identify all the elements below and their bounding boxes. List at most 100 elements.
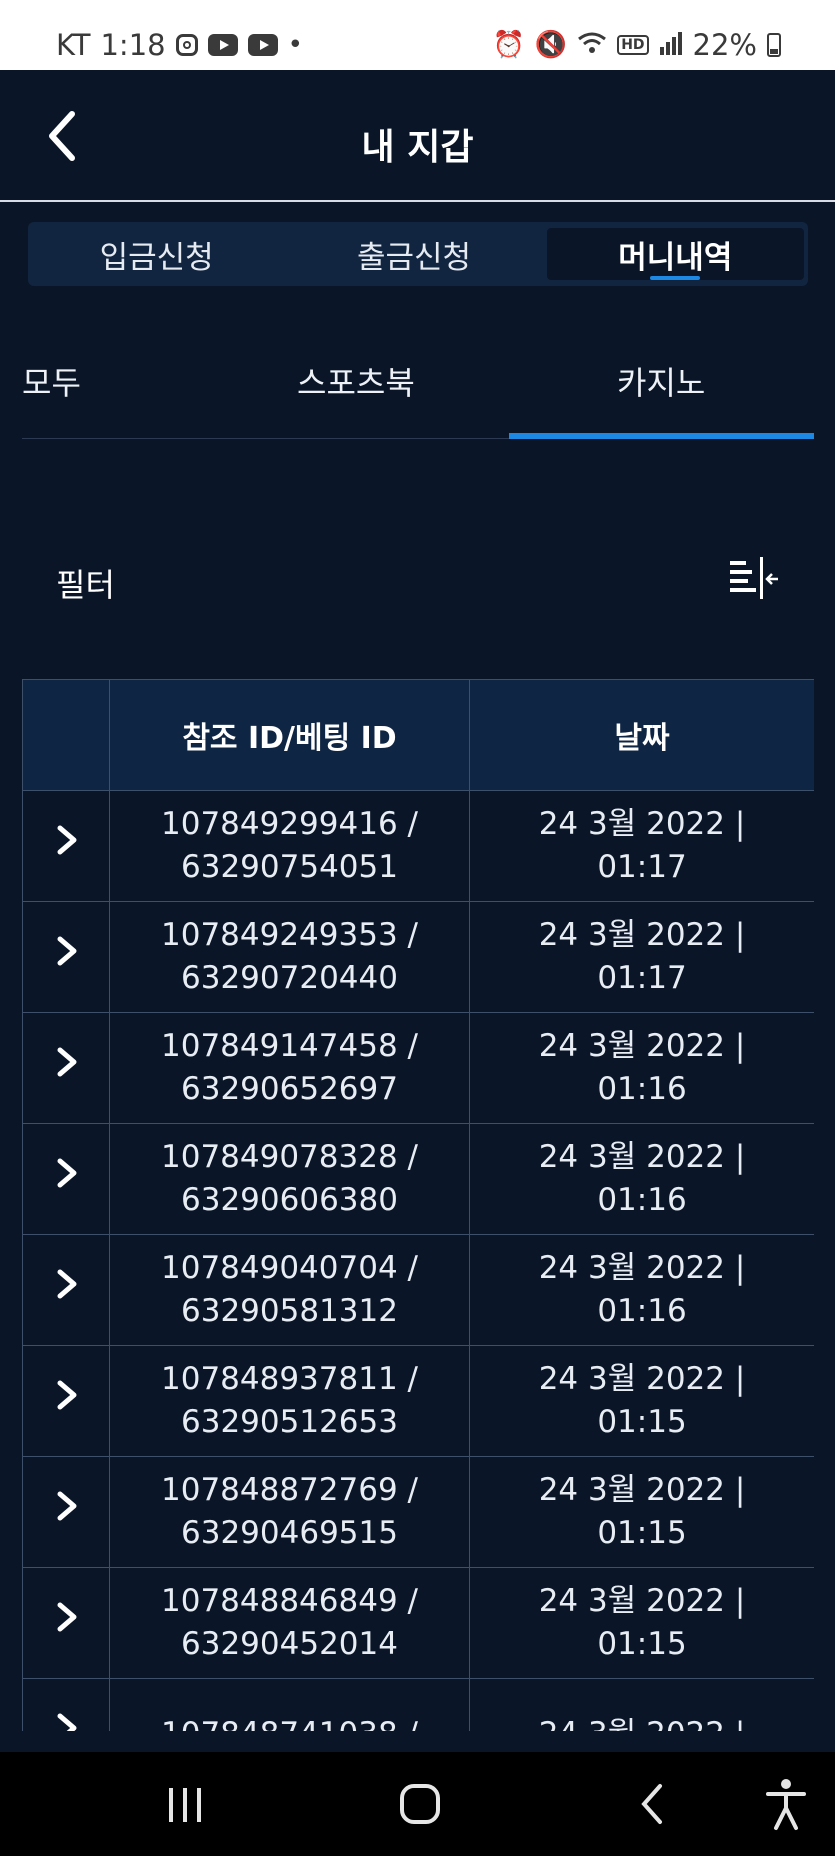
table-row[interactable]: 107848872769 / 63290469515 24 3월 2022 | 01:…	[22, 1456, 814, 1568]
date-text: 24 3월 2022 |	[538, 917, 746, 953]
time-text: 01:17	[597, 960, 687, 996]
bet-id: 63290606380	[181, 1182, 398, 1218]
row-expand-cell[interactable]	[22, 1234, 110, 1346]
bet-id: 63290720440	[181, 960, 398, 996]
row-expand-cell[interactable]	[22, 790, 110, 902]
date-text: 24 3월 2022 |	[538, 806, 746, 842]
dot-icon: •	[287, 30, 303, 60]
status-bar-left: KT 1:18 •	[56, 28, 303, 62]
home-button[interactable]	[398, 1774, 442, 1834]
time-text: 01:15	[597, 1626, 687, 1662]
chevron-right-icon[interactable]	[48, 1042, 84, 1082]
date-text: 24 3월 2022 |	[471, 1713, 813, 1732]
table-row[interactable]: 107848846849 / 63290452014 24 3월 2022 | 01:…	[22, 1567, 814, 1679]
date-text: 24 3월 2022 |	[538, 1139, 746, 1175]
filter-collapse-icon	[730, 557, 778, 599]
wallet-segment-control: 입금신청 출금신청 머니내역	[28, 222, 808, 286]
chevron-right-icon[interactable]	[48, 1597, 84, 1637]
row-expand-cell[interactable]	[22, 901, 110, 1013]
time-text: 01:16	[597, 1071, 687, 1107]
system-back-button[interactable]	[636, 1774, 666, 1834]
chevron-right-icon[interactable]	[48, 1375, 84, 1415]
segment-money-history-label: 머니내역	[618, 239, 733, 276]
table-row[interactable]: 107848937811 / 63290512653 24 3월 2022 | 01:…	[22, 1345, 814, 1457]
ref-id: 107848846849 /	[161, 1583, 418, 1619]
tab-active-indicator	[509, 433, 814, 439]
table-header-expand	[22, 679, 110, 791]
hd-voice-icon: HD	[617, 35, 649, 55]
tab-casino[interactable]: 카지노	[617, 358, 705, 404]
signal-icon	[659, 31, 683, 60]
row-expand-cell[interactable]	[22, 1567, 110, 1679]
table-row[interactable]: 107849299416 / 63290754051 24 3월 2022 | 01:…	[22, 790, 814, 902]
row-expand-cell[interactable]	[22, 1456, 110, 1568]
row-expand-cell[interactable]	[22, 1678, 110, 1731]
youtube-icon	[247, 34, 278, 56]
row-expand-cell[interactable]	[22, 1123, 110, 1235]
table-row[interactable]: 107849040704 / 63290581312 24 3월 2022 | 01:…	[22, 1234, 814, 1346]
date-text: 24 3월 2022 |	[538, 1583, 746, 1619]
table-row[interactable]: 107849078328 / 63290606380 24 3월 2022 | 01:…	[22, 1123, 814, 1235]
date-cell: 24 3월 2022 | 01:16	[469, 1123, 814, 1235]
recent-apps-button[interactable]	[165, 1774, 205, 1834]
chevron-right-icon[interactable]	[48, 1153, 84, 1193]
row-expand-cell[interactable]	[22, 1012, 110, 1124]
row-expand-cell[interactable]	[22, 1345, 110, 1457]
segment-withdraw-request[interactable]: 출금신청	[285, 222, 542, 286]
date-text: 24 3월 2022 |	[538, 1250, 746, 1286]
date-cell: 24 3월 2022 | 01:16	[469, 1012, 814, 1124]
ref-id: 107849299416 /	[161, 806, 418, 842]
ref-bet-id-cell: 107849147458 / 63290652697	[109, 1012, 470, 1124]
bet-id: 63290652697	[181, 1071, 398, 1107]
time-text: 01:17	[597, 849, 687, 885]
table-row[interactable]: 107848741038 /24 3월 2022 |	[22, 1678, 814, 1732]
segment-deposit-request[interactable]: 입금신청	[28, 222, 285, 286]
history-subtabs: 모두 스포츠북 카지노	[22, 330, 814, 439]
alarm-icon: ⏰	[492, 30, 525, 60]
table-row[interactable]: 107849249353 / 63290720440 24 3월 2022 | 01:…	[22, 901, 814, 1013]
filter-toggle-button[interactable]	[728, 555, 780, 603]
instagram-icon	[175, 34, 198, 56]
tab-all[interactable]: 모두	[22, 358, 81, 404]
bet-id: 63290469515	[181, 1515, 398, 1551]
ref-bet-id-cell: 107848741038 /	[109, 1678, 470, 1731]
ref-bet-id-cell: 107848872769 / 63290469515	[109, 1456, 470, 1568]
chevron-right-icon[interactable]	[48, 1708, 84, 1731]
bet-id: 63290581312	[181, 1293, 398, 1329]
ref-bet-id-cell: 107849249353 / 63290720440	[109, 901, 470, 1013]
youtube-icon	[207, 34, 238, 56]
date-cell: 24 3월 2022 | 01:15	[469, 1456, 814, 1568]
ref-id: 107849040704 /	[161, 1250, 418, 1286]
date-cell: 24 3월 2022 | 01:15	[469, 1567, 814, 1679]
page-title: 내 지갑	[361, 127, 474, 168]
status-bar: KT 1:18 • ⏰ 🔇 HD 22%	[0, 0, 835, 70]
chevron-right-icon[interactable]	[48, 931, 84, 971]
mute-icon: 🔇	[534, 30, 568, 60]
home-icon	[400, 1784, 440, 1824]
tab-sportsbook[interactable]: 스포츠북	[297, 358, 415, 404]
segment-active-indicator	[650, 276, 701, 280]
chevron-right-icon[interactable]	[48, 820, 84, 860]
ref-bet-id-cell: 107848846849 / 63290452014	[109, 1567, 470, 1679]
back-arrow-icon	[641, 1784, 662, 1824]
battery-icon	[767, 33, 781, 57]
date-cell: 24 3월 2022 | 01:17	[469, 790, 814, 902]
accessibility-button[interactable]	[764, 1774, 808, 1834]
transactions-table-container: 참조 ID/베팅 ID 날짜 107849299416 / 63290754051…	[22, 679, 814, 1731]
ref-bet-id-cell: 107848937811 / 63290512653	[109, 1345, 470, 1457]
time-text: 01:15	[597, 1515, 687, 1551]
segment-money-history[interactable]: 머니내역	[546, 228, 804, 280]
wifi-icon	[577, 31, 607, 60]
bet-id: 63290452014	[181, 1626, 398, 1662]
carrier-label: KT	[56, 28, 91, 62]
time-text: 01:16	[597, 1182, 687, 1218]
table-row[interactable]: 107849147458 / 63290652697 24 3월 2022 | 01:…	[22, 1012, 814, 1124]
ref-id: 107849147458 /	[161, 1028, 418, 1064]
date-text: 24 3월 2022 |	[538, 1472, 746, 1508]
table-header-row: 참조 ID/베팅 ID 날짜	[22, 679, 814, 791]
date-text: 24 3월 2022 |	[538, 1361, 746, 1397]
chevron-right-icon[interactable]	[48, 1264, 84, 1304]
clock: 1:18	[100, 28, 166, 62]
ref-bet-id-cell: 107849040704 / 63290581312	[109, 1234, 470, 1346]
chevron-right-icon[interactable]	[48, 1486, 84, 1526]
